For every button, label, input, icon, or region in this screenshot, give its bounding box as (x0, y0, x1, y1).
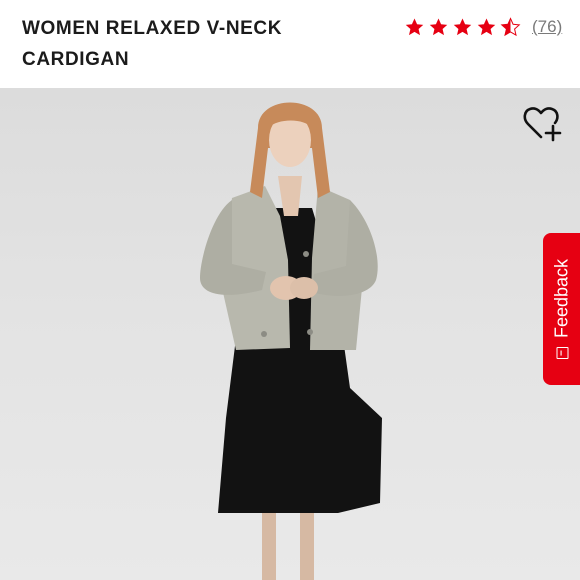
star-full-icon (477, 18, 496, 36)
star-full-icon (453, 18, 472, 36)
cardigan-button (303, 251, 309, 257)
product-image (0, 88, 580, 580)
product-header: WOMEN RELAXED V-NECK CARDIGAN (76) (0, 0, 580, 88)
review-count-link[interactable]: (76) (532, 17, 562, 37)
model-leg-left (262, 508, 276, 580)
cardigan-button (261, 331, 267, 337)
model-hand (290, 277, 318, 299)
star-full-icon (405, 18, 424, 36)
model-photo (200, 102, 382, 580)
feedback-tab[interactable]: − Feedback (543, 233, 580, 385)
cardigan-button (307, 329, 313, 335)
star-full-icon (429, 18, 448, 36)
feedback-label: Feedback (551, 258, 571, 339)
model-leg-right (300, 508, 314, 580)
feedback-icon: − (555, 347, 568, 360)
add-to-wishlist-icon[interactable] (522, 104, 562, 142)
star-half-icon (500, 17, 521, 37)
product-title: WOMEN RELAXED V-NECK CARDIGAN (22, 18, 283, 70)
rating-summary[interactable]: (76) (404, 14, 562, 40)
